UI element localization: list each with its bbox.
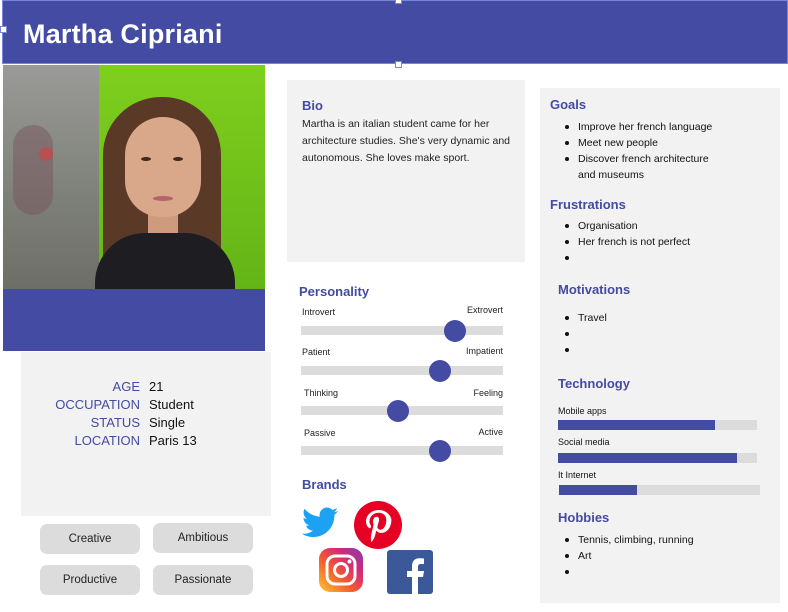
bio-title: Bio xyxy=(302,98,323,113)
list-item: Meet new people xyxy=(558,135,728,151)
motivations-list: Travel xyxy=(558,310,758,358)
list-item: Travel xyxy=(558,310,758,326)
tech-label-it-internet: It Internet xyxy=(558,470,597,480)
technology-title: Technology xyxy=(558,376,630,391)
tech-bar-it-internet xyxy=(559,485,760,495)
resize-handle-top[interactable] xyxy=(395,0,402,4)
hobbies-list: Tennis, climbing, running Art xyxy=(558,532,758,580)
list-item xyxy=(558,342,758,358)
slider-label-patient: Patient xyxy=(302,347,331,357)
motivations-title: Motivations xyxy=(558,282,631,297)
slider-label-thinking: Thinking xyxy=(304,388,339,398)
list-item xyxy=(558,250,758,266)
list-item xyxy=(558,326,758,342)
slider-knob[interactable] xyxy=(386,400,409,422)
list-item: Organisation xyxy=(558,218,758,234)
tech-bar-mobile-apps xyxy=(558,420,757,430)
slider-label-introvert: Introvert xyxy=(302,307,336,317)
slider-label-impatient: Impatient xyxy=(465,346,503,356)
info-row-occupation: OCCUPATION Student xyxy=(55,397,194,412)
slider-thinking-feeling[interactable] xyxy=(301,400,503,422)
header-bar: Martha Cipriani xyxy=(2,0,788,64)
tech-bar-fill xyxy=(558,453,738,463)
brands-title: Brands xyxy=(302,477,347,492)
info-row-location: LOCATION Paris 13 xyxy=(74,433,197,448)
slider-passive-active[interactable] xyxy=(301,440,503,462)
tech-label-social-media: Social media xyxy=(558,437,610,447)
list-item: Improve her french language xyxy=(558,119,728,135)
tech-label-mobile-apps: Mobile apps xyxy=(558,406,607,416)
personality-title: Personality xyxy=(299,284,370,299)
list-item: Art xyxy=(558,548,758,564)
twitter-icon xyxy=(301,507,338,537)
tech-bar-fill xyxy=(558,420,716,430)
instagram-icon xyxy=(319,548,363,592)
goals-list: Improve her french language Meet new peo… xyxy=(558,119,728,183)
resize-handle-top-left[interactable] xyxy=(0,26,7,33)
photo-accent-band xyxy=(3,289,265,351)
persona-photo xyxy=(3,65,265,289)
info-row-age: AGE 21 xyxy=(112,379,164,394)
slider-label-feeling: Feeling xyxy=(473,388,503,398)
slider-label-active: Active xyxy=(478,427,503,437)
facebook-icon xyxy=(387,550,433,594)
info-row-status: STATUS Single xyxy=(90,415,186,430)
slider-knob[interactable] xyxy=(429,440,452,462)
slider-label-passive: Passive xyxy=(304,428,336,438)
list-item: Her french is not perfect xyxy=(558,234,758,250)
trait-tag-productive: Productive xyxy=(40,565,140,595)
list-item: Tennis, climbing, running xyxy=(558,532,758,548)
bio-card: Bio Martha is an italian student came fo… xyxy=(287,80,525,262)
frustrations-title: Frustrations xyxy=(550,197,626,212)
trait-tag-passionate: Passionate xyxy=(153,565,253,595)
hobbies-title: Hobbies xyxy=(558,510,610,525)
pinterest-icon xyxy=(354,501,402,549)
tech-bar-fill xyxy=(559,485,638,495)
bio-text: Martha is an italian student came for he… xyxy=(302,118,511,164)
goals-title: Goals xyxy=(550,97,587,112)
trait-tag-creative: Creative xyxy=(40,524,140,554)
persona-name: Martha Cipriani xyxy=(23,19,223,49)
resize-handle-bottom[interactable] xyxy=(395,61,402,68)
info-card: AGE 21 OCCUPATION Student STATUS Single … xyxy=(21,352,271,516)
slider-label-extrovert: Extrovert xyxy=(466,305,503,315)
slider-patient-impatient[interactable] xyxy=(301,360,503,382)
slider-knob[interactable] xyxy=(429,360,452,382)
slider-introvert-extrovert[interactable] xyxy=(301,320,503,342)
tech-bar-social-media xyxy=(558,453,757,463)
list-item xyxy=(558,564,758,580)
frustrations-list: Organisation Her french is not perfect xyxy=(558,218,758,266)
list-item: Discover french architecture and museums xyxy=(558,151,728,183)
trait-tag-ambitious: Ambitious xyxy=(153,523,253,553)
slider-knob[interactable] xyxy=(443,320,466,342)
